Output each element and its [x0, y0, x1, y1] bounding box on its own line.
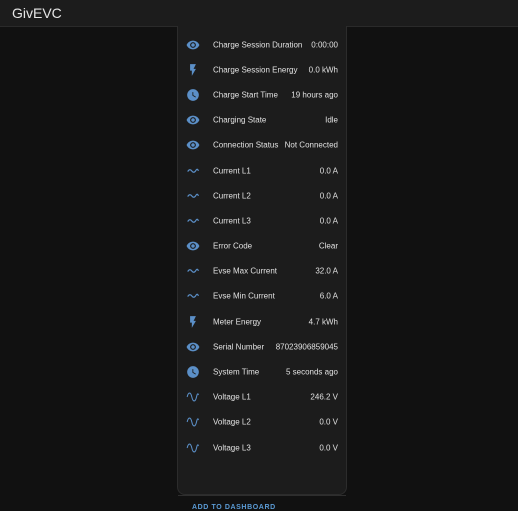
flash-icon	[186, 315, 200, 329]
entity-row[interactable]: Current L1 0.0 A	[178, 158, 346, 183]
entity-label: Current L2	[213, 191, 251, 201]
app-title: GivEVC	[12, 5, 62, 21]
flash-icon	[186, 63, 200, 77]
entity-label: Connection Status	[213, 140, 279, 150]
entity-row[interactable]: Current L2 0.0 A	[178, 183, 346, 208]
entity-label: Charge Session Energy	[213, 65, 298, 75]
eye-icon	[186, 38, 200, 52]
clock-icon	[186, 365, 200, 379]
entity-label: Voltage L3	[213, 443, 251, 453]
entity-label: Voltage L1	[213, 392, 251, 402]
entity-label: Voltage L2	[213, 417, 251, 427]
entity-label: Evse Max Current	[213, 266, 278, 276]
entity-label: Serial Number	[213, 342, 265, 352]
entity-value: 0.0 A	[319, 216, 338, 226]
entity-row[interactable]: Charge Session Energy 0.0 kWh	[178, 57, 346, 82]
eye-icon	[186, 113, 200, 127]
app-header: GivEVC	[0, 0, 518, 27]
entity-row[interactable]: Error Code Clear	[178, 234, 346, 259]
entity-value: Clear	[318, 241, 338, 251]
current-ac-icon	[186, 164, 200, 178]
entity-row[interactable]: Charge Start Time 19 hours ago	[178, 82, 346, 107]
entity-value: 87023906859045	[275, 342, 338, 352]
entity-row[interactable]: Voltage L3 0.0 V	[178, 435, 346, 460]
entity-value: 0:00:00	[311, 40, 338, 50]
entity-value: 0.0 A	[319, 166, 338, 176]
entity-value: 246.2 V	[310, 392, 338, 402]
entity-row[interactable]: Meter Energy 4.7 kWh	[178, 309, 346, 334]
entity-value: 0.0 V	[319, 417, 338, 427]
entity-row[interactable]: Charging State Idle	[178, 108, 346, 133]
entity-label: Current L3	[213, 216, 251, 226]
sine-wave-icon	[186, 441, 200, 455]
eye-icon	[186, 239, 200, 253]
eye-icon	[186, 138, 200, 152]
current-ac-icon	[186, 289, 200, 303]
entity-row[interactable]: Evse Max Current 32.0 A	[178, 259, 346, 284]
entity-label: Error Code	[213, 241, 253, 251]
entity-value: 5 seconds ago	[285, 367, 338, 377]
entity-value: Not Connected	[284, 140, 338, 150]
current-ac-icon	[186, 189, 200, 203]
entity-row[interactable]: Charge Session Duration 0:00:00	[178, 32, 346, 57]
add-to-dashboard-button[interactable]: ADD TO DASHBOARD	[192, 504, 276, 511]
current-ac-icon	[186, 264, 200, 278]
entity-row[interactable]: Voltage L2 0.0 V	[178, 410, 346, 435]
sine-wave-icon	[186, 390, 200, 404]
entity-row[interactable]: Serial Number 87023906859045	[178, 334, 346, 359]
entity-row[interactable]: Voltage L1 246.2 V	[178, 385, 346, 410]
entities-card: Charge Session Duration 0:00:00 Charge Ses…	[177, 26, 347, 511]
entity-value: 32.0 A	[315, 266, 338, 276]
entity-value: 6.0 A	[319, 291, 338, 301]
entity-value: 0.0 kWh	[308, 65, 338, 75]
entity-value: 4.7 kWh	[308, 317, 338, 327]
entity-row[interactable]: Current L3 0.0 A	[178, 208, 346, 233]
entity-label: Charge Session Duration	[213, 40, 303, 50]
entity-label: Charging State	[213, 115, 267, 125]
entity-row[interactable]: Connection Status Not Connected	[178, 133, 346, 158]
eye-icon	[186, 340, 200, 354]
current-ac-icon	[186, 214, 200, 228]
card-divider	[178, 495, 346, 496]
entity-label: Current L1	[213, 166, 251, 176]
entity-value: 0.0 A	[319, 191, 338, 201]
entity-value: 19 hours ago	[291, 90, 338, 100]
entity-label: Charge Start Time	[213, 90, 278, 100]
entity-label: Meter Energy	[213, 317, 262, 327]
entity-value: 0.0 V	[319, 443, 338, 453]
entity-row[interactable]: System Time 5 seconds ago	[178, 359, 346, 384]
entity-value: Idle	[325, 115, 338, 125]
sine-wave-icon	[186, 415, 200, 429]
entity-label: Evse Min Current	[213, 291, 275, 301]
entity-list: Charge Session Duration 0:00:00 Charge Ses…	[178, 32, 346, 460]
entity-row[interactable]: Evse Min Current 6.0 A	[178, 284, 346, 309]
entity-label: System Time	[213, 367, 260, 377]
clock-icon	[186, 88, 200, 102]
